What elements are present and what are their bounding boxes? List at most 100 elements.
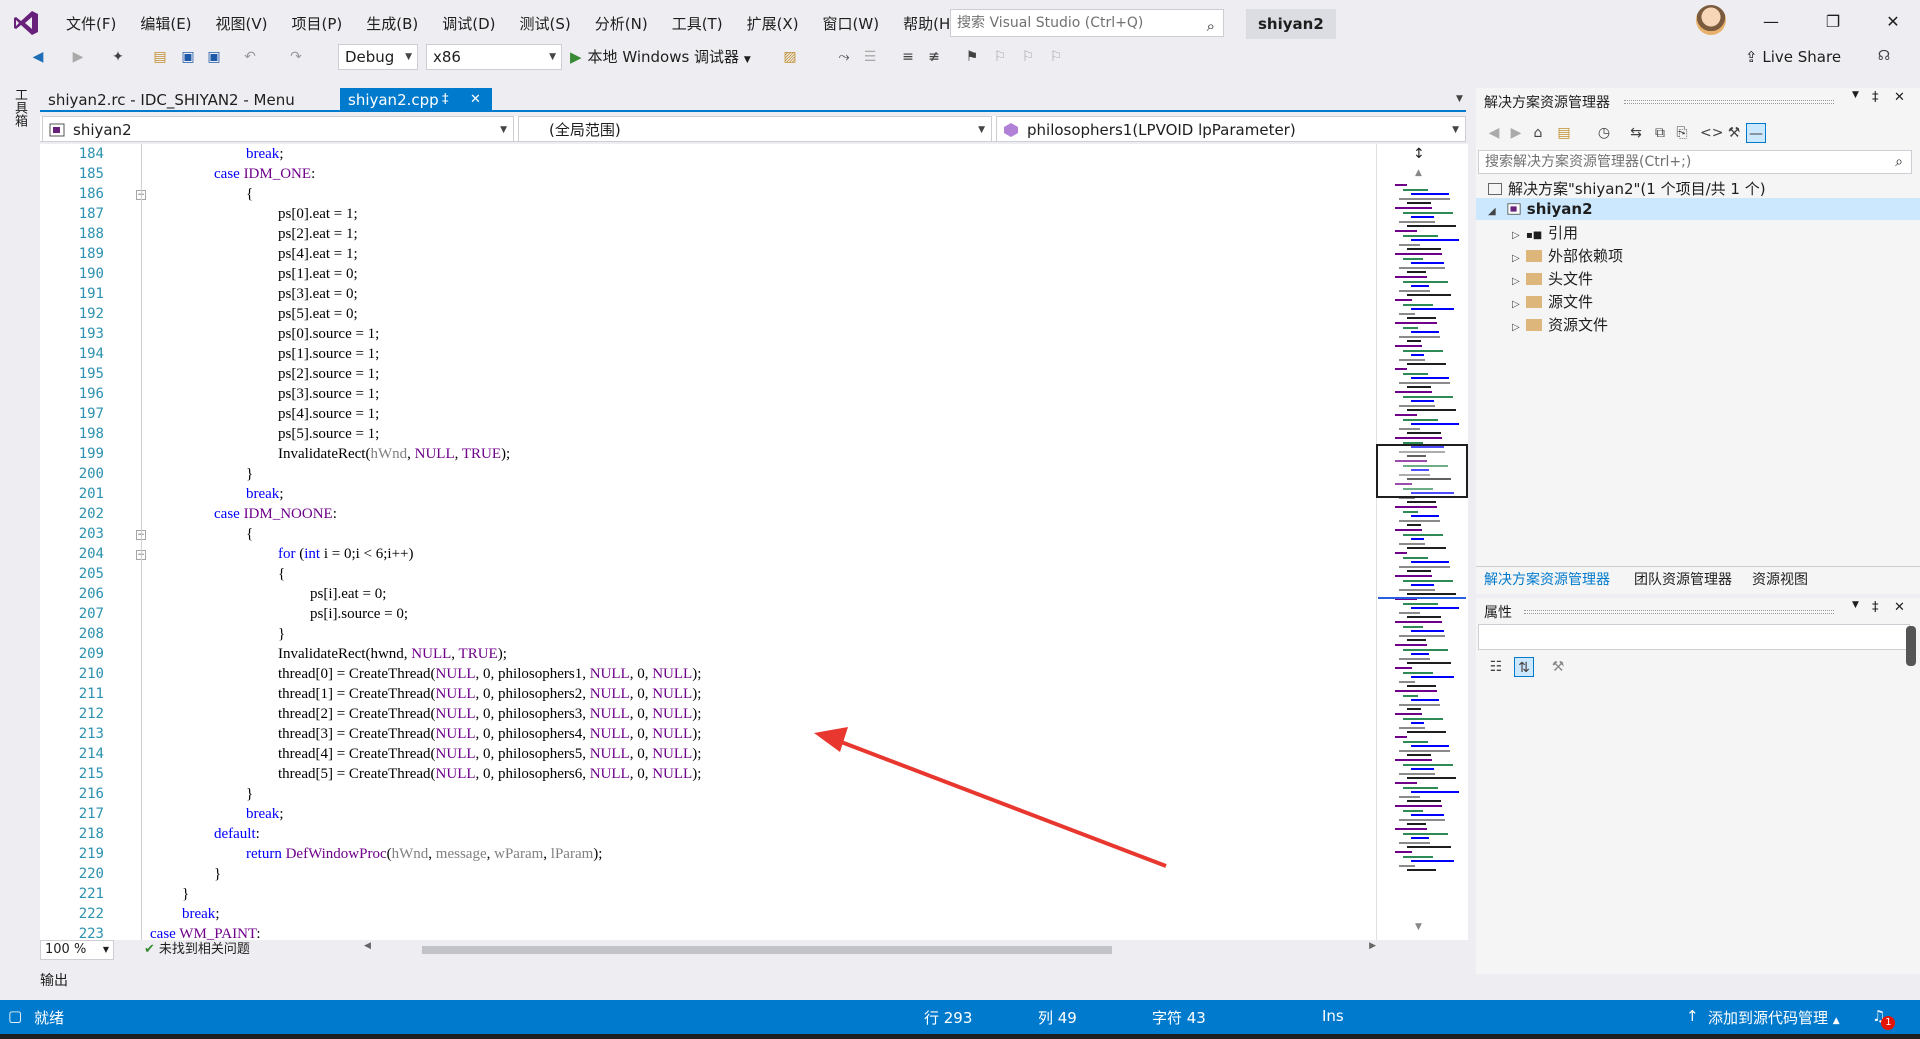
code-line[interactable]: ps[5].source = 1; xyxy=(278,426,379,443)
tab-solution-explorer[interactable]: 解决方案资源管理器 xyxy=(1484,569,1610,589)
code-line[interactable]: } xyxy=(278,626,285,643)
switch-views-icon[interactable]: ▤ xyxy=(1554,123,1574,143)
code-line[interactable]: case IDM_NOONE: xyxy=(214,506,337,523)
scroll-left-icon[interactable]: ◀ xyxy=(364,941,371,951)
code-line[interactable]: } xyxy=(182,886,189,903)
output-window-icon[interactable]: ▢ xyxy=(8,1007,22,1025)
categorized-icon[interactable]: ☷ xyxy=(1486,657,1506,677)
browse-icon[interactable]: ▨ xyxy=(780,47,800,67)
redo-icon[interactable]: ↷ xyxy=(286,47,306,67)
alphabetical-icon[interactable]: ⇅ xyxy=(1514,657,1534,677)
bookmark-icon[interactable]: ⚑ xyxy=(962,47,982,67)
back-icon[interactable]: ◀ xyxy=(28,47,48,67)
tree-project[interactable]: ◢ shiyan2 xyxy=(1476,198,1920,220)
code-line[interactable]: } xyxy=(246,786,253,803)
minimap-viewport[interactable] xyxy=(1376,444,1468,498)
code-line[interactable]: ps[0].eat = 1; xyxy=(278,206,358,223)
forward-icon[interactable]: ▶ xyxy=(1506,123,1526,143)
back-icon[interactable]: ◀ xyxy=(1484,123,1504,143)
tree-source-files[interactable]: ▷ 源文件 xyxy=(1512,291,1593,313)
pending-changes-icon[interactable]: ◷ xyxy=(1594,123,1614,143)
pin-icon[interactable]: ‡ xyxy=(1872,600,1879,615)
code-line[interactable]: ps[3].source = 1; xyxy=(278,386,379,403)
property-pages-icon[interactable]: ⚒ xyxy=(1548,657,1568,677)
add-to-source-control-button[interactable]: 添加到源代码管理 ▲ xyxy=(1708,1007,1840,1028)
code-line[interactable]: case IDM_ONE: xyxy=(214,166,315,183)
solution-explorer-search[interactable]: 搜索解决方案资源管理器(Ctrl+;) ⌕ xyxy=(1478,150,1912,174)
code-line[interactable]: InvalidateRect(hWnd, NULL, TRUE); xyxy=(278,446,510,463)
minimap[interactable]: ↕ ▲ ▼ xyxy=(1376,144,1468,940)
save-all-icon[interactable]: ▣ xyxy=(204,47,224,67)
menu-item[interactable]: 编辑(E) xyxy=(128,13,203,35)
output-tab[interactable]: 输出 xyxy=(40,970,68,990)
clear-bookmarks-icon[interactable]: ⚐ xyxy=(1046,47,1066,67)
chevron-down-icon[interactable]: ▼ xyxy=(1852,600,1859,610)
maximize-button[interactable]: ❐ xyxy=(1810,8,1856,36)
tree-references[interactable]: ▷ ▪■ 引用 xyxy=(1512,222,1578,244)
tab-shiyan2-rc[interactable]: shiyan2.rc - IDC_SHIYAN2 - Menu xyxy=(40,88,303,112)
menu-item[interactable]: 分析(N) xyxy=(583,13,660,35)
code-line[interactable]: ps[0].source = 1; xyxy=(278,326,379,343)
split-icon[interactable]: ↕ xyxy=(1413,146,1425,162)
tree-header-files[interactable]: ▷ 头文件 xyxy=(1512,268,1593,290)
code-line[interactable]: break; xyxy=(246,486,283,503)
code-line[interactable]: InvalidateRect(hwnd, NULL, TRUE); xyxy=(278,646,507,663)
step-into-icon[interactable]: ⤳ xyxy=(834,47,854,67)
code-line[interactable]: { xyxy=(246,526,253,543)
live-share-button[interactable]: ⇪ Live Share xyxy=(1745,48,1841,66)
menu-item[interactable]: 扩展(X) xyxy=(735,13,811,35)
code-line[interactable]: return DefWindowProc(hWnd, message, wPar… xyxy=(246,846,602,863)
code-line[interactable]: thread[5] = CreateThread(NULL, 0, philos… xyxy=(278,766,701,783)
code-line[interactable]: break; xyxy=(182,906,219,923)
scroll-right-icon[interactable]: ▶ xyxy=(1369,941,1376,951)
code-line[interactable]: break; xyxy=(246,806,283,823)
scrollbar-thumb[interactable] xyxy=(422,946,1112,954)
code-line[interactable]: thread[4] = CreateThread(NULL, 0, philos… xyxy=(278,746,701,763)
tab-shiyan2-cpp[interactable]: shiyan2.cpp ‡ ✕ xyxy=(340,88,492,112)
close-icon[interactable]: ✕ xyxy=(470,88,481,112)
code-line[interactable]: ps[1].eat = 0; xyxy=(278,266,358,283)
code-line[interactable]: case WM_PAINT: xyxy=(150,926,261,940)
scroll-up-icon[interactable]: ▲ xyxy=(1415,168,1422,178)
new-project-icon[interactable]: ✦ xyxy=(108,47,128,67)
pin-icon[interactable]: ‡ xyxy=(442,88,449,112)
menu-item[interactable]: 文件(F) xyxy=(54,13,128,35)
chevron-down-icon[interactable]: ▼ xyxy=(1456,94,1463,104)
forward-icon[interactable]: ▶ xyxy=(68,47,88,67)
menu-item[interactable]: 工具(T) xyxy=(660,13,735,35)
scroll-handle[interactable] xyxy=(1906,626,1916,666)
code-line[interactable]: break; xyxy=(246,146,283,163)
collapse-all-icon[interactable]: ⧉ xyxy=(1650,123,1670,143)
search-input[interactable]: 搜索 Visual Studio (Ctrl+Q) ⌕ xyxy=(950,9,1224,37)
menu-item[interactable]: 生成(B) xyxy=(354,13,430,35)
function-dropdown[interactable]: philosophers1(LPVOID lpParameter) ▼ xyxy=(996,116,1466,142)
menu-item[interactable]: 窗口(W) xyxy=(811,13,892,35)
code-line[interactable]: { xyxy=(278,566,285,583)
issues-indicator[interactable]: ✔ 未找到相关问题 xyxy=(144,940,250,960)
notification-bell-icon[interactable]: ♫1 xyxy=(1872,1007,1896,1030)
menu-item[interactable]: 调试(D) xyxy=(430,13,507,35)
code-line[interactable]: ps[i].source = 0; xyxy=(310,606,408,623)
sync-icon[interactable]: ⇆ xyxy=(1626,123,1646,143)
code-line[interactable]: for (int i = 0;i < 6;i++) xyxy=(278,546,414,563)
code-line[interactable]: ps[4].source = 1; xyxy=(278,406,379,423)
tree-solution[interactable]: 解决方案"shiyan2"(1 个项目/共 1 个) xyxy=(1488,178,1766,200)
show-all-files-icon[interactable]: ⎘ xyxy=(1672,123,1692,143)
properties-icon[interactable]: ⚒ xyxy=(1724,123,1744,143)
menu-item[interactable]: 视图(V) xyxy=(204,13,280,35)
code-line[interactable]: ps[2].eat = 1; xyxy=(278,226,358,243)
code-line[interactable]: ps[2].source = 1; xyxy=(278,366,379,383)
tab-resource-view[interactable]: 资源视图 xyxy=(1752,569,1808,589)
code-line[interactable]: ps[i].eat = 0; xyxy=(310,586,386,603)
menu-item[interactable]: 项目(P) xyxy=(280,13,355,35)
chevron-down-icon[interactable]: ▼ xyxy=(1852,90,1859,100)
preview-icon[interactable]: — xyxy=(1746,123,1766,143)
close-icon[interactable]: ✕ xyxy=(1894,90,1905,105)
toolbox-tab[interactable]: 工具箱 xyxy=(10,88,29,127)
code-line[interactable]: ps[1].source = 1; xyxy=(278,346,379,363)
zoom-dropdown[interactable]: 100 % ▼ xyxy=(40,940,114,960)
code-line[interactable]: thread[1] = CreateThread(NULL, 0, philos… xyxy=(278,686,701,703)
code-line[interactable]: default: xyxy=(214,826,260,843)
open-folder-icon[interactable]: ▤ xyxy=(150,47,170,67)
code-line[interactable]: } xyxy=(214,866,221,883)
